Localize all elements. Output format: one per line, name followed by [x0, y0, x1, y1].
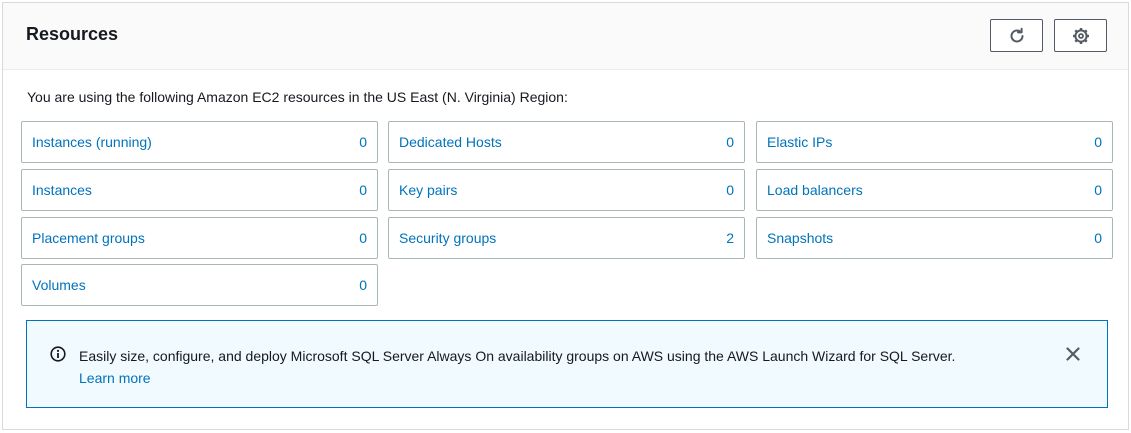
settings-button[interactable]: [1054, 19, 1107, 52]
resource-count: 0: [359, 230, 367, 246]
resource-card-instances-running[interactable]: Instances (running) 0: [21, 121, 378, 163]
dismiss-button[interactable]: [1064, 345, 1082, 363]
resource-count: 0: [359, 134, 367, 150]
resource-label[interactable]: Load balancers: [767, 182, 863, 198]
resource-count: 0: [726, 134, 734, 150]
resource-card-instances[interactable]: Instances 0: [21, 169, 378, 211]
refresh-button[interactable]: [990, 19, 1043, 52]
resource-count: 0: [359, 277, 367, 293]
close-icon: [1066, 347, 1080, 361]
resources-panel: Resources You are using the following Am…: [2, 2, 1129, 430]
resource-card-key-pairs[interactable]: Key pairs 0: [388, 169, 745, 211]
refresh-icon: [1010, 27, 1023, 42]
panel-title: Resources: [26, 24, 119, 44]
resource-label[interactable]: Snapshots: [767, 230, 833, 246]
flash-message: Easily size, configure, and deploy Micro…: [79, 348, 956, 364]
resource-label[interactable]: Placement groups: [32, 230, 145, 246]
resource-label[interactable]: Key pairs: [399, 182, 457, 198]
resource-count: 0: [359, 182, 367, 198]
resource-card-dedicated-hosts[interactable]: Dedicated Hosts 0: [388, 121, 745, 163]
resource-label[interactable]: Dedicated Hosts: [399, 134, 502, 150]
resource-label[interactable]: Instances: [32, 182, 92, 198]
resource-card-volumes[interactable]: Volumes 0: [21, 264, 378, 306]
resource-count: 2: [726, 230, 734, 246]
resource-card-elastic-ips[interactable]: Elastic IPs 0: [756, 121, 1113, 163]
info-flashbar: Easily size, configure, and deploy Micro…: [26, 320, 1108, 408]
resource-card-placement-groups[interactable]: Placement groups 0: [21, 217, 378, 259]
gear-icon: [1072, 27, 1089, 44]
resource-count: 0: [1094, 230, 1102, 246]
learn-more-link[interactable]: Learn more: [79, 367, 1069, 389]
resource-label[interactable]: Volumes: [32, 277, 86, 293]
info-icon: [50, 346, 66, 362]
resource-grid: Instances (running) 0 Dedicated Hosts 0 …: [21, 121, 1113, 307]
resource-card-snapshots[interactable]: Snapshots 0: [756, 217, 1113, 259]
resource-label[interactable]: Instances (running): [32, 134, 152, 150]
resource-label[interactable]: Elastic IPs: [767, 134, 832, 150]
resource-label[interactable]: Security groups: [399, 230, 496, 246]
resource-card-security-groups[interactable]: Security groups 2: [388, 217, 745, 259]
resource-count: 0: [1094, 182, 1102, 198]
resource-card-load-balancers[interactable]: Load balancers 0: [756, 169, 1113, 211]
resource-count: 0: [726, 182, 734, 198]
resource-count: 0: [1094, 134, 1102, 150]
panel-header: Resources: [3, 3, 1128, 70]
flash-message-block: Easily size, configure, and deploy Micro…: [79, 345, 1069, 389]
intro-text: You are using the following Amazon EC2 r…: [27, 89, 568, 105]
